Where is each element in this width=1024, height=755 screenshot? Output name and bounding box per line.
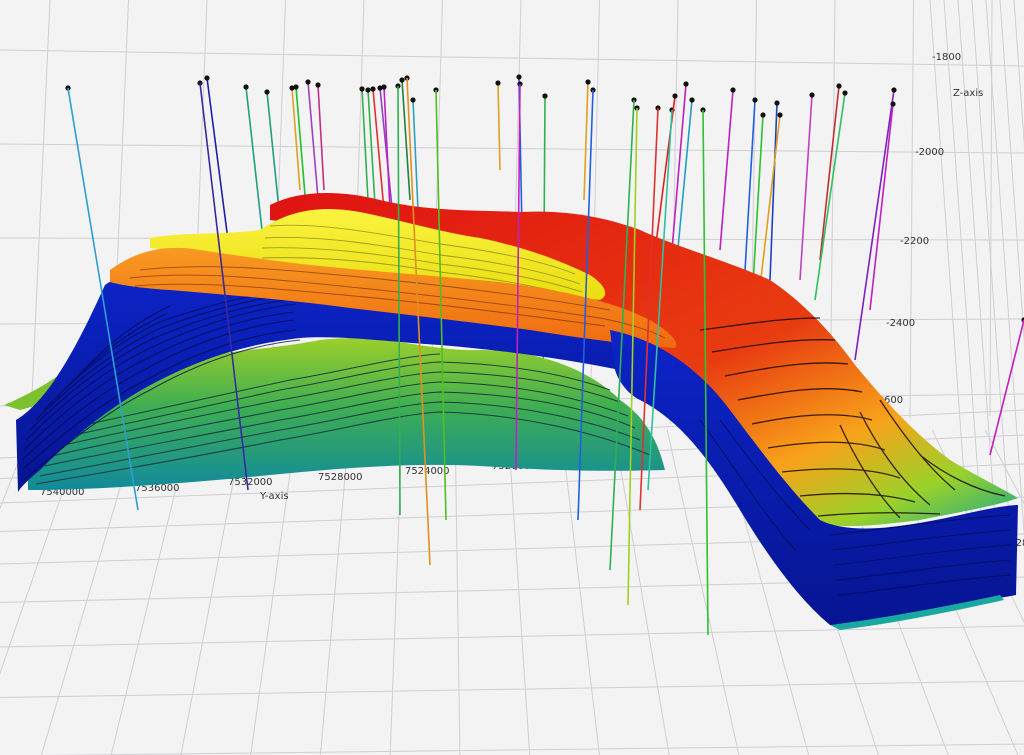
y-tick-7532000: 7532000 bbox=[228, 477, 273, 488]
well-head-marker bbox=[777, 112, 783, 118]
well-head-marker bbox=[305, 79, 311, 85]
well-head-marker bbox=[842, 90, 848, 96]
well-head-marker bbox=[774, 100, 780, 106]
geological-model[interactable] bbox=[4, 193, 1018, 630]
well-head-marker bbox=[293, 84, 299, 90]
floor-grid-line bbox=[507, 429, 531, 755]
well-trajectory bbox=[583, 81, 589, 201]
well-head-marker bbox=[410, 97, 416, 103]
y-axis-title: Y-axis bbox=[259, 491, 289, 502]
well-head-marker bbox=[689, 97, 695, 103]
well-head-marker bbox=[542, 93, 548, 99]
well-head-marker bbox=[381, 84, 387, 90]
well-trajectory bbox=[497, 82, 501, 171]
z-axis-title: Z-axis bbox=[953, 88, 983, 99]
floor-grid-line bbox=[454, 429, 461, 755]
well-head-marker bbox=[204, 75, 210, 81]
3d-viewport[interactable]: -1800 -2000 -2200 -2400 -2600 -2800 Z-ax… bbox=[0, 0, 1024, 755]
well-head-marker bbox=[495, 80, 501, 86]
z-tick-2000: -2000 bbox=[915, 147, 944, 158]
floor-grid-line bbox=[42, 743, 1024, 755]
well-head-marker bbox=[683, 81, 689, 87]
well-trajectory bbox=[295, 86, 306, 196]
well-head-marker bbox=[359, 86, 365, 92]
z-tick-2400: -2400 bbox=[886, 318, 915, 329]
side-grid-line bbox=[1013, 0, 1024, 148]
floor-grid-line bbox=[0, 625, 1024, 648]
scene-svg[interactable]: -1800 -2000 -2200 -2400 -2600 -2800 Z-ax… bbox=[0, 0, 1024, 755]
well-trajectory bbox=[266, 91, 281, 221]
floor-grid-line bbox=[560, 429, 600, 755]
well-trajectory bbox=[206, 77, 229, 241]
well-trajectory bbox=[401, 79, 411, 201]
well-trajectory bbox=[819, 85, 840, 261]
well-trajectory bbox=[317, 84, 325, 191]
floor-grid-line bbox=[0, 680, 1024, 698]
well-head-marker bbox=[264, 89, 270, 95]
well-head-marker bbox=[243, 84, 249, 90]
well-trajectory bbox=[869, 103, 894, 311]
well-head-marker bbox=[399, 77, 405, 83]
well-trajectory bbox=[799, 94, 813, 281]
well-trajectory bbox=[719, 89, 734, 251]
wall-grid-line bbox=[0, 143, 1024, 154]
well-head-marker bbox=[760, 112, 766, 118]
y-tick-7528000: 7528000 bbox=[318, 472, 363, 483]
well-head-marker bbox=[730, 87, 736, 93]
z-tick-1800: -1800 bbox=[932, 52, 961, 63]
well-trajectory bbox=[361, 88, 369, 201]
well-trajectory bbox=[245, 86, 263, 231]
well-head-marker bbox=[365, 87, 371, 93]
well-head-marker bbox=[891, 87, 897, 93]
well-head-marker bbox=[836, 83, 842, 89]
well-head-marker bbox=[672, 93, 678, 99]
well-head-marker bbox=[370, 86, 376, 92]
z-tick-2200: -2200 bbox=[900, 236, 929, 247]
well-trajectory bbox=[383, 86, 391, 211]
well-head-marker bbox=[516, 74, 522, 80]
well-trajectory bbox=[814, 92, 846, 301]
well-head-marker bbox=[809, 92, 815, 98]
well-trajectory bbox=[412, 99, 419, 211]
wall-grid-line bbox=[909, 0, 914, 419]
well-head-marker bbox=[752, 97, 758, 103]
wall-grid-line bbox=[29, 0, 51, 441]
well-head-marker bbox=[315, 82, 321, 88]
y-tick-7524000: 7524000 bbox=[405, 466, 450, 477]
well-head-marker bbox=[890, 101, 896, 107]
well-trajectory bbox=[307, 81, 319, 199]
well-head-marker bbox=[585, 79, 591, 85]
wall-grid-line bbox=[0, 49, 1024, 67]
well-trajectory bbox=[291, 87, 301, 191]
